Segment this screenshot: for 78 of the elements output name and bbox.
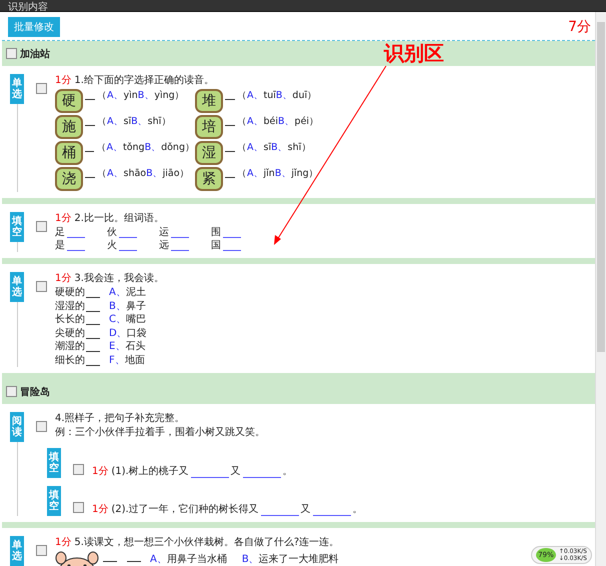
question-score: 1分	[55, 213, 72, 224]
character: 国	[211, 239, 221, 252]
match-option: C、嘴巴	[109, 313, 146, 326]
match-option: D、口袋	[109, 326, 147, 340]
pinyin-options: （A、yìnB、yìng）	[97, 89, 185, 102]
question-type-tag: 填空	[10, 212, 24, 242]
question-type-tag: 阅读	[10, 412, 24, 442]
sentence-part: (1).树上的桃子又	[111, 465, 189, 478]
match-option: A、用鼻子当水桶	[150, 552, 227, 566]
section-title: 加油站	[20, 48, 50, 60]
character: 伙	[107, 226, 117, 239]
character-card: 湿	[195, 141, 223, 165]
match-item: 细长的	[55, 354, 85, 367]
question-type-tag: 填空	[47, 486, 61, 516]
sentence-part: 。	[352, 503, 363, 516]
match-option: B、鼻子	[109, 300, 146, 313]
match-item: 硬硬的	[55, 286, 85, 300]
character-card: 施	[55, 115, 83, 139]
checkbox[interactable]	[6, 48, 17, 59]
question-score: 1分	[55, 75, 72, 86]
checkbox[interactable]	[73, 502, 84, 513]
sentence-part: 又	[230, 465, 241, 478]
character-card: 桶	[55, 141, 83, 165]
character-card: 培	[195, 115, 223, 139]
checkbox[interactable]	[36, 545, 47, 556]
match-item: 尖硬的	[55, 326, 85, 340]
question-score: 1分	[55, 273, 72, 284]
pinyin-options: （A、tǒngB、dǒng）	[96, 141, 195, 154]
character: 运	[159, 226, 169, 239]
question-score: 1分	[92, 465, 108, 478]
question-text: 2.比一比。组词语。	[74, 213, 164, 224]
annotation-label: 识别区	[384, 40, 444, 67]
checkbox[interactable]	[36, 281, 47, 292]
match-option: F、地面	[109, 354, 145, 367]
match-item: 湿湿的	[55, 300, 85, 313]
scrollbar[interactable]	[595, 12, 606, 566]
pinyin-options: （A、jǐnB、jǐng）	[237, 167, 319, 180]
character: 围	[211, 226, 221, 239]
match-item: 长长的	[55, 313, 85, 326]
question-score: 1分	[55, 537, 72, 548]
total-score: 7分	[568, 18, 591, 36]
checkbox[interactable]	[36, 221, 47, 232]
checkbox[interactable]	[36, 83, 47, 94]
checkbox[interactable]	[73, 464, 84, 475]
pinyin-options: （A、tuīB、duī）	[237, 89, 318, 102]
sentence-part: 。	[282, 465, 293, 478]
character-card: 紧	[195, 167, 223, 191]
example-sentence: 例：三个小伙伴手拉着手，围着小树又跳又笑。	[55, 426, 266, 440]
question-type-tag: 填空	[47, 448, 61, 478]
sentence-part: 又	[300, 503, 311, 516]
batch-edit-button[interactable]: 批量修改	[8, 17, 60, 37]
section-title: 冒险岛	[20, 386, 50, 398]
character: 火	[107, 239, 117, 252]
pinyin-options: （A、béiB、péi）	[237, 115, 320, 128]
pinyin-options: （A、sīB、shī）	[237, 141, 312, 154]
question-text: 5.读课文，想一想三个小伙伴栽树。各自做了什么?连一连。	[74, 537, 340, 548]
pinyin-options: （A、shāoB、jiāo）	[97, 167, 190, 180]
checkbox[interactable]	[6, 386, 17, 397]
pinyin-options: （A、sīB、shī）	[97, 115, 172, 128]
character: 是	[55, 239, 65, 252]
character: 远	[159, 239, 169, 252]
question-text: 1.给下面的字选择正确的读音。	[74, 75, 214, 86]
question-type-tag: 单选	[10, 74, 24, 104]
sentence-part: (2).过了一年，它们种的树长得又	[111, 503, 259, 516]
question-text: 3.我会连，我会读。	[74, 273, 164, 284]
question-score: 1分	[92, 503, 108, 516]
character-card: 硬	[55, 89, 83, 113]
match-option: B、运来了一大堆肥料	[242, 552, 339, 566]
match-option: E、石头	[109, 340, 146, 354]
match-option: A、泥土	[109, 286, 146, 300]
question-type-tag: 单选	[10, 272, 24, 302]
character-card: 浇	[55, 167, 83, 191]
match-item: 潮湿的	[55, 340, 85, 354]
character-card: 堆	[195, 89, 223, 113]
question-text: 4.照样子，把句子补充完整。	[55, 413, 185, 424]
character: 足	[55, 226, 65, 239]
checkbox[interactable]	[36, 421, 47, 432]
question-type-tag: 单选	[10, 536, 24, 566]
